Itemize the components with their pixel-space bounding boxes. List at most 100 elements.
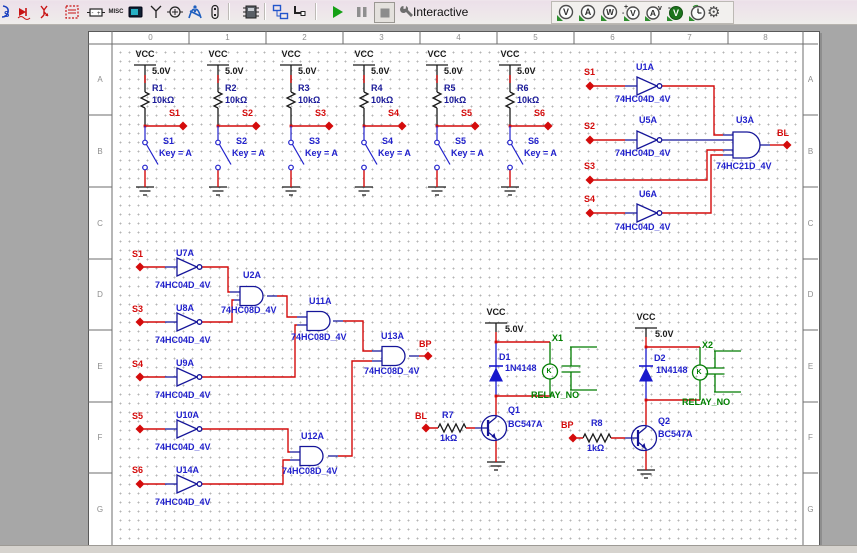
gate-refdes[interactable]: U13A <box>381 332 404 342</box>
switch-refdes[interactable]: S4 <box>382 137 393 147</box>
interactive-analysis-label[interactable]: Interactive <box>413 5 468 19</box>
place-misc-icon[interactable]: MISC <box>105 2 127 22</box>
relay-refdes[interactable]: X2 <box>702 341 713 351</box>
vcc-voltage[interactable]: 5.0V <box>444 67 463 77</box>
vcc-voltage[interactable]: 5.0V <box>505 325 524 335</box>
diode-part[interactable]: 1N4148 <box>505 364 537 374</box>
gate-part[interactable]: 74HC04D_4V <box>155 336 211 346</box>
gate-refdes[interactable]: U5A <box>639 116 657 126</box>
place-connector-icon[interactable] <box>205 2 225 22</box>
gate-part[interactable]: 74HC04D_4V <box>615 149 671 159</box>
gate-refdes[interactable]: U3A <box>736 116 754 126</box>
pause-simulation-button[interactable] <box>352 2 372 22</box>
resistor-refdes[interactable]: R8 <box>591 419 603 429</box>
transistor-part[interactable]: BC547A <box>658 430 693 440</box>
place-power-battery-icon[interactable]: -+ <box>86 2 106 22</box>
vcc-voltage[interactable]: 5.0V <box>371 67 390 77</box>
net-label[interactable]: S2 <box>242 109 253 119</box>
resistor-refdes[interactable]: R5 <box>444 84 456 94</box>
switch-refdes[interactable]: S1 <box>163 137 174 147</box>
transistor-part[interactable]: BC547A <box>508 420 543 430</box>
diode-part[interactable]: 1N4148 <box>656 366 688 376</box>
net-label[interactable]: BL <box>777 129 789 139</box>
gate-part[interactable]: 74HC04D_4V <box>155 281 211 291</box>
switch-refdes[interactable]: S3 <box>309 137 320 147</box>
place-diode-icon[interactable] <box>14 2 34 22</box>
vcc-voltage[interactable]: 5.0V <box>152 67 171 77</box>
gate-part[interactable]: 74HC08D_4V <box>282 467 338 477</box>
net-label[interactable]: S1 <box>169 109 180 119</box>
place-bus-icon[interactable] <box>289 2 309 22</box>
switch-key[interactable]: Key = A <box>159 149 192 159</box>
gate-part[interactable]: 74HC04D_4V <box>155 443 211 453</box>
stop-simulation-button[interactable] <box>374 2 395 23</box>
relay-refdes[interactable]: X1 <box>552 334 563 344</box>
net-label[interactable]: S5 <box>132 412 143 422</box>
power-probe-button[interactable]: W <box>599 3 620 22</box>
net-label[interactable]: S3 <box>132 305 143 315</box>
vcc-label[interactable]: VCC <box>483 308 509 318</box>
gate-refdes[interactable]: U9A <box>176 359 194 369</box>
relay-part[interactable]: RELAY_NO <box>682 398 730 408</box>
resistor-refdes[interactable]: R4 <box>371 84 383 94</box>
resistor-refdes[interactable]: R6 <box>517 84 529 94</box>
place-mcu-icon[interactable] <box>241 2 261 22</box>
vcc-label[interactable]: VCC <box>497 50 523 60</box>
switch-key[interactable]: Key = A <box>378 149 411 159</box>
vcc-label[interactable]: VCC <box>351 50 377 60</box>
probe-settings-gear-button[interactable]: ⚙ <box>707 3 728 22</box>
gate-refdes[interactable]: U2A <box>243 271 261 281</box>
net-label[interactable]: S1 <box>584 68 595 78</box>
vcc-label[interactable]: VCC <box>205 50 231 60</box>
switch-key[interactable]: Key = A <box>451 149 484 159</box>
gate-part[interactable]: 74HC08D_4V <box>364 367 420 377</box>
switch-key[interactable]: Key = A <box>232 149 265 159</box>
gate-part[interactable]: 74HC04D_4V <box>615 223 671 233</box>
place-analog-icon[interactable]: S <box>0 2 13 22</box>
voltage-probe-button[interactable]: V <box>555 3 576 22</box>
gate-refdes[interactable]: U12A <box>301 432 324 442</box>
net-label[interactable]: BP <box>419 340 432 350</box>
switch-key[interactable]: Key = A <box>524 149 557 159</box>
gate-refdes[interactable]: U7A <box>176 249 194 259</box>
place-misc-digital-icon[interactable] <box>62 2 82 22</box>
vcc-voltage[interactable]: 5.0V <box>655 330 674 340</box>
gate-part[interactable]: 74HC04D_4V <box>155 498 211 508</box>
resistor-value[interactable]: 10kΩ <box>371 96 393 106</box>
resistor-value[interactable]: 10kΩ <box>444 96 466 106</box>
run-simulation-button[interactable] <box>328 2 348 22</box>
resistor-refdes[interactable]: R1 <box>152 84 164 94</box>
resistor-value[interactable]: 10kΩ <box>517 96 539 106</box>
place-electromechanical-icon[interactable] <box>165 2 185 22</box>
resistor-refdes[interactable]: R2 <box>225 84 237 94</box>
vcc-voltage[interactable]: 5.0V <box>225 67 244 77</box>
vcc-label[interactable]: VCC <box>278 50 304 60</box>
switch-key[interactable]: Key = A <box>305 149 338 159</box>
vcc-label[interactable]: VCC <box>132 50 158 60</box>
relay-part[interactable]: RELAY_NO <box>531 391 579 401</box>
gate-refdes[interactable]: U14A <box>176 466 199 476</box>
place-rf-icon[interactable] <box>146 2 166 22</box>
net-label[interactable]: S6 <box>534 109 545 119</box>
resistor-value[interactable]: 10kΩ <box>298 96 320 106</box>
net-label[interactable]: BP <box>561 421 574 431</box>
net-label[interactable]: S4 <box>388 109 399 119</box>
transistor-refdes[interactable]: Q2 <box>658 417 670 427</box>
resistor-value[interactable]: 10kΩ <box>152 96 174 106</box>
diode-refdes[interactable]: D2 <box>654 354 666 364</box>
place-peripherals-icon[interactable] <box>126 2 146 22</box>
resistor-refdes[interactable]: R3 <box>298 84 310 94</box>
vcc-voltage[interactable]: 5.0V <box>298 67 317 77</box>
resistor-refdes[interactable]: R7 <box>442 411 454 421</box>
vcc-label[interactable]: VCC <box>424 50 450 60</box>
vcc-voltage[interactable]: 5.0V <box>517 67 536 77</box>
voltage-current-probe-button[interactable]: Av <box>643 3 664 22</box>
current-probe-button[interactable]: A <box>577 3 598 22</box>
diode-refdes[interactable]: D1 <box>499 353 511 363</box>
gate-refdes[interactable]: U1A <box>636 63 654 73</box>
net-label[interactable]: S4 <box>132 360 143 370</box>
schematic-grid[interactable] <box>112 44 803 545</box>
net-label[interactable]: S3 <box>584 162 595 172</box>
switch-refdes[interactable]: S6 <box>528 137 539 147</box>
vcc-label[interactable]: VCC <box>633 313 659 323</box>
